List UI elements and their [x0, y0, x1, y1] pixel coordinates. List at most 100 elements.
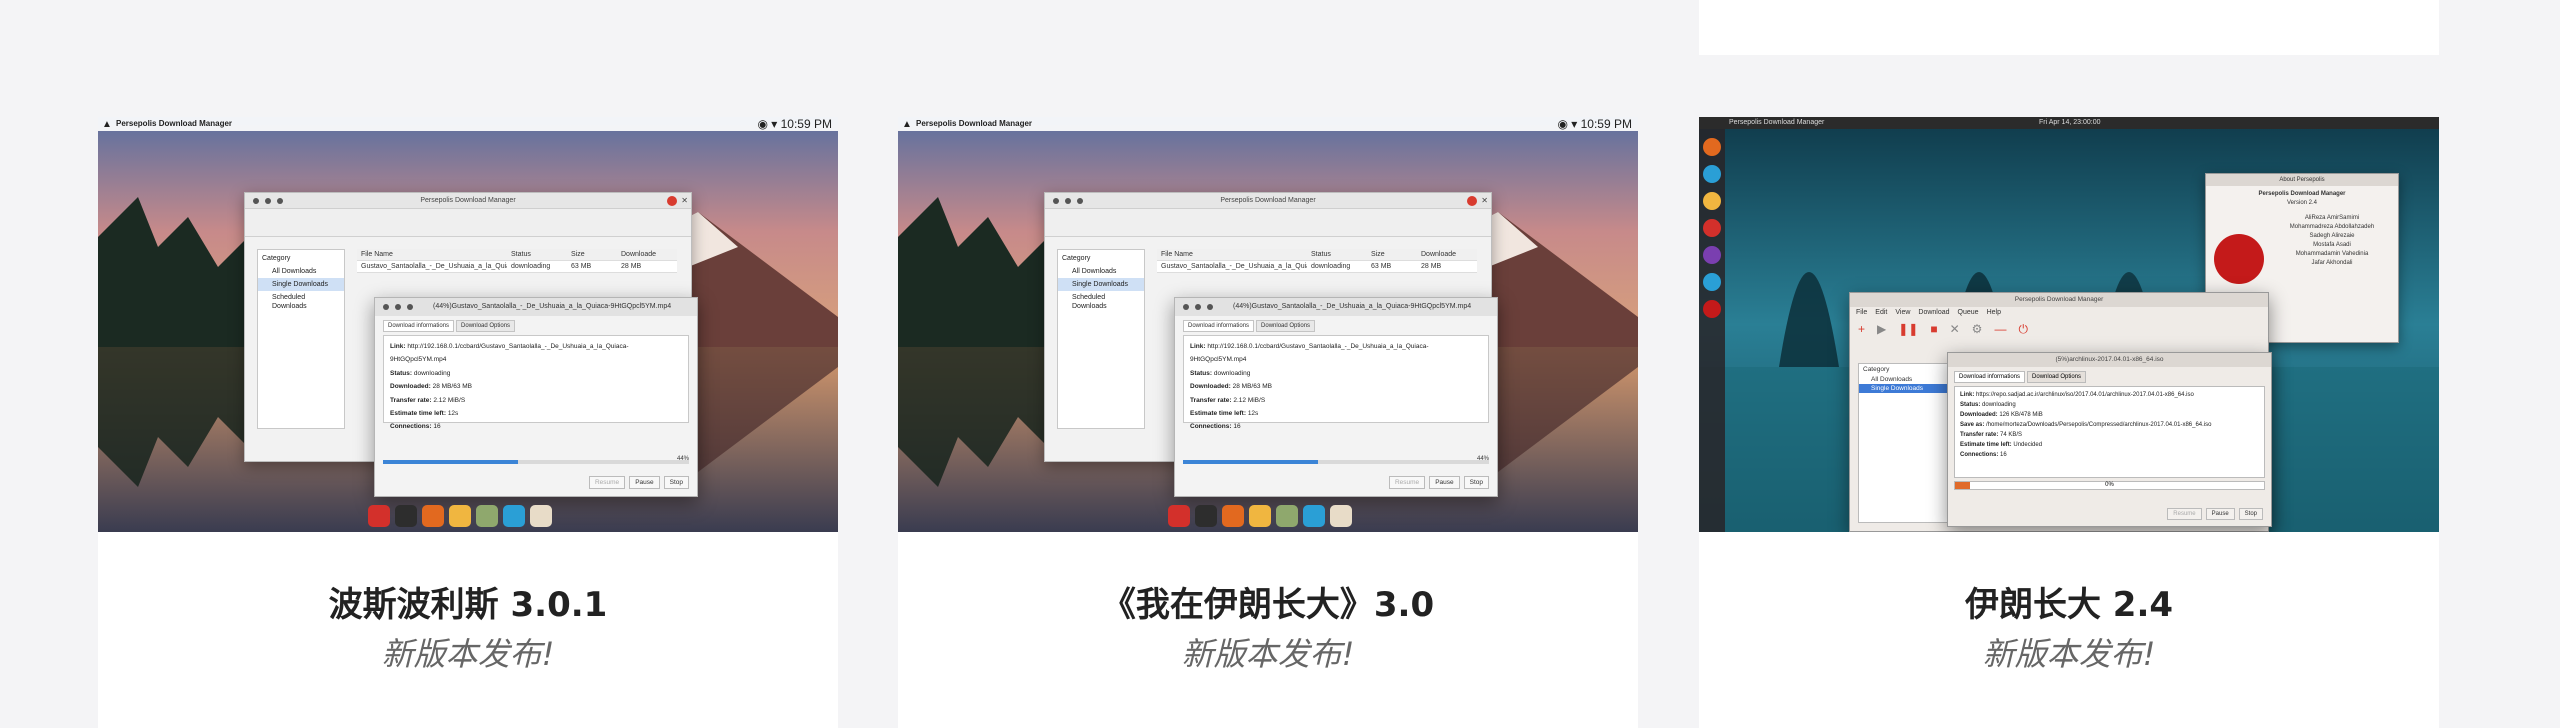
table-row[interactable]: Gustavo_Santaolalla_-_De_Ushuaia_a_la_Qu…	[1157, 261, 1477, 273]
pause-icon[interactable]: ❚❚	[1898, 322, 1918, 336]
col-size[interactable]: Size	[1367, 249, 1417, 260]
resume-button[interactable]: Resume	[1388, 476, 1426, 489]
dock	[1168, 503, 1352, 529]
tab-download-informations[interactable]: Download informations	[1954, 371, 2026, 383]
app-icon[interactable]	[1703, 219, 1721, 237]
card-title[interactable]: 波斯波利斯 3.0.1	[98, 577, 838, 626]
credit-line: Jafar Akhondali	[2311, 260, 2353, 266]
telegram-icon[interactable]	[503, 505, 525, 527]
release-screenshot: Persepolis Download Manager Fri Apr 14, …	[1699, 117, 2439, 532]
save-as-value: /home/morteza/Downloads/Persepolis/Compr…	[1986, 422, 2212, 428]
menubar-app-name: Persepolis Download Manager	[916, 119, 1033, 128]
table-row[interactable]: Gustavo_Santaolalla_-_De_Ushuaia_a_la_Qu…	[357, 261, 677, 273]
download-progress-dialog[interactable]: (5%)archlinux-2017.04.01-x86_64.iso Down…	[1947, 352, 2272, 527]
tab-download-informations[interactable]: Download informations	[383, 320, 455, 332]
release-card-3-0[interactable]: ▲ Persepolis Download Manager ◉ ▾ 10:59 …	[898, 117, 1638, 728]
category-scheduled-downloads[interactable]: Scheduled Downloads	[258, 291, 344, 313]
main-window-title: Persepolis Download Manager	[1850, 293, 2268, 307]
pause-button[interactable]: Pause	[1429, 476, 1460, 489]
menu-help[interactable]: Help	[1987, 309, 2001, 316]
terminal-icon[interactable]	[1195, 505, 1217, 527]
moon-icon[interactable]	[449, 505, 471, 527]
menu-download[interactable]: Download	[1918, 309, 1949, 316]
window-close-button[interactable]: ✕	[681, 193, 688, 209]
play-icon[interactable]: ▶	[1877, 322, 1886, 336]
release-card-2-4[interactable]: Persepolis Download Manager Fri Apr 14, …	[1699, 117, 2439, 728]
col-downloaded[interactable]: Downloade	[617, 249, 677, 260]
power-icon[interactable]: ⏻	[2018, 322, 2028, 337]
category-all-downloads[interactable]: All Downloads	[258, 265, 344, 278]
link-value: https://repo.sadjad.ac.ir/archlinux/iso/…	[1976, 392, 2194, 398]
window-controls[interactable]	[253, 198, 283, 204]
app-icon[interactable]	[1330, 505, 1352, 527]
tab-download-options[interactable]: Download Options	[456, 320, 516, 332]
rate-value: 2.12 MiB/S	[1233, 396, 1266, 404]
telegram-icon[interactable]	[1703, 165, 1721, 183]
pause-button[interactable]: Pause	[2205, 508, 2235, 520]
remove-icon[interactable]: ✕	[1950, 322, 1960, 336]
window-controls[interactable]	[1183, 304, 1213, 310]
category-all-downloads[interactable]: All Downloads	[1859, 375, 1947, 384]
window-controls[interactable]	[383, 304, 413, 310]
telegram-icon[interactable]	[1303, 505, 1325, 527]
persepolis-icon[interactable]	[1703, 300, 1721, 318]
window-close-button[interactable]: ✕	[1481, 193, 1488, 209]
resume-button[interactable]: Resume	[588, 476, 626, 489]
tab-download-options[interactable]: Download Options	[2027, 371, 2087, 383]
firefox-icon[interactable]	[422, 505, 444, 527]
category-single-downloads[interactable]: Single Downloads	[1859, 384, 1947, 393]
terminal-icon[interactable]	[395, 505, 417, 527]
card-title[interactable]: 伊朗长大 2.4	[1699, 577, 2439, 626]
category-single-downloads[interactable]: Single Downloads	[258, 278, 344, 291]
app-icon[interactable]	[1168, 505, 1190, 527]
credit-line: Mohammadamin Vahedinia	[2295, 251, 2369, 257]
category-all-downloads[interactable]: All Downloads	[1058, 265, 1144, 278]
status-value: downloading	[413, 369, 451, 377]
col-status[interactable]: Status	[1307, 249, 1367, 260]
firefox-icon[interactable]	[1703, 138, 1721, 156]
app-icon[interactable]	[1703, 273, 1721, 291]
stop-button[interactable]: Stop	[663, 476, 689, 489]
menu-queue[interactable]: Queue	[1958, 309, 1979, 316]
resume-button[interactable]: Resume	[2167, 508, 2202, 520]
app-icon[interactable]	[1276, 505, 1298, 527]
window-controls[interactable]	[1053, 198, 1083, 204]
download-progress-dialog[interactable]: (44%)Gustavo_Santaolalla_-_De_Ushuaia_a_…	[1174, 297, 1498, 497]
col-file-name[interactable]: File Name	[1157, 249, 1307, 260]
tab-download-informations[interactable]: Download informations	[1183, 320, 1255, 332]
stop-icon[interactable]: ■	[1930, 322, 1937, 336]
add-icon[interactable]: +	[1858, 322, 1865, 336]
stop-button[interactable]: Stop	[2238, 508, 2263, 520]
col-size[interactable]: Size	[567, 249, 617, 260]
close-icon[interactable]	[1467, 196, 1477, 206]
settings-icon[interactable]: ⚙	[1972, 322, 1983, 336]
app-icon[interactable]	[1703, 246, 1721, 264]
pause-button[interactable]: Pause	[629, 476, 660, 489]
download-progress-dialog[interactable]: (44%)Gustavo_Santaolalla_-_De_Ushuaia_a_…	[374, 297, 698, 497]
menu-file[interactable]: File	[1856, 309, 1867, 316]
firefox-icon[interactable]	[1222, 505, 1244, 527]
app-icon[interactable]	[530, 505, 552, 527]
col-status[interactable]: Status	[507, 249, 567, 260]
files-icon[interactable]	[1703, 192, 1721, 210]
ubuntu-launcher	[1699, 129, 1725, 532]
menu-view[interactable]: View	[1895, 309, 1910, 316]
col-file-name[interactable]: File Name	[357, 249, 507, 260]
app-icon[interactable]	[368, 505, 390, 527]
release-card-3-0-1[interactable]: ▲ Persepolis Download Manager ◉ ▾ 10:59 …	[98, 117, 838, 728]
app-icon[interactable]	[476, 505, 498, 527]
downloaded-value: 28 MB/63 MB	[1232, 383, 1273, 391]
connections-value: 16	[433, 423, 441, 431]
card-title[interactable]: 《我在伊朗长大》3.0	[898, 577, 1638, 626]
minimize-icon[interactable]: —	[1994, 322, 2006, 336]
category-single-downloads[interactable]: Single Downloads	[1058, 278, 1144, 291]
card-subtitle: 新版本发布!	[381, 635, 555, 673]
tab-download-options[interactable]: Download Options	[1256, 320, 1316, 332]
menu-edit[interactable]: Edit	[1875, 309, 1887, 316]
stop-button[interactable]: Stop	[1463, 476, 1489, 489]
release-screenshot: ▲ Persepolis Download Manager ◉ ▾ 10:59 …	[98, 117, 838, 532]
close-icon[interactable]	[667, 196, 677, 206]
col-downloaded[interactable]: Downloade	[1417, 249, 1477, 260]
category-scheduled-downloads[interactable]: Scheduled Downloads	[1058, 291, 1144, 313]
moon-icon[interactable]	[1249, 505, 1271, 527]
